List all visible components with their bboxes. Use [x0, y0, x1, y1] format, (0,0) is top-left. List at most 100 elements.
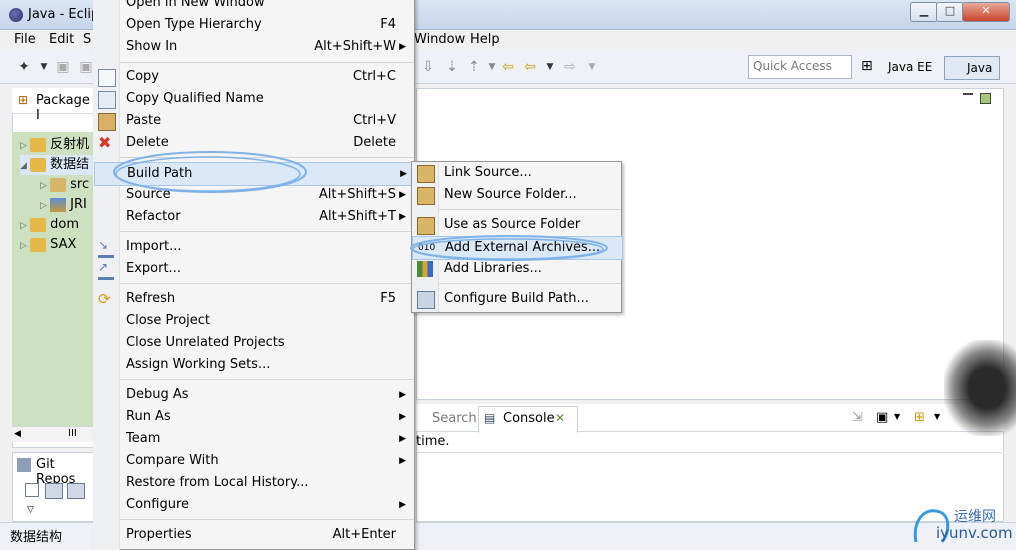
clone-git-repo-icon[interactable] [67, 483, 85, 499]
annotation-dropdown-icon[interactable]: ▼ [484, 59, 500, 75]
tab-console[interactable]: ▤ Console ✕ [478, 406, 578, 433]
display-console-icon[interactable]: ▣ [876, 410, 888, 425]
menu-window[interactable]: Window [414, 32, 465, 47]
back-dropdown-icon[interactable]: ▼ [542, 59, 558, 75]
perspective-java-ee[interactable]: Java EE [888, 56, 940, 80]
menu-help[interactable]: Help [470, 32, 500, 47]
menu-item-open-new-window[interactable]: Open in New Window [94, 0, 414, 14]
link-source-icon [417, 165, 435, 183]
tree-item-sax[interactable]: ▷ SAX [20, 235, 76, 255]
package-tree: ▷ 反射机 ◢ 数据结 ▷ src ▷ JRI ▷ dom ▷ SAX [12, 132, 94, 426]
close-icon[interactable]: ✕ [555, 411, 565, 425]
menu-separator [120, 62, 414, 63]
tree-item-reflection[interactable]: ▷ 反射机 [20, 135, 89, 155]
quick-access-input[interactable]: Quick Access [748, 55, 852, 79]
new-dropdown-icon[interactable]: ▼ [36, 59, 52, 75]
annotation-circle-build-path [113, 151, 307, 193]
menu-item-close-project[interactable]: Close Project [94, 310, 414, 332]
tree-item-label: JRI [70, 197, 87, 212]
menu-file[interactable]: File [14, 32, 36, 47]
menu-item-restore-local-history[interactable]: Restore from Local History... [94, 472, 414, 494]
annotation-nav-icon[interactable]: ⇩ [420, 59, 436, 75]
submenu-arrow-icon: ▶ [399, 212, 406, 222]
submenu-arrow-icon: ▶ [399, 190, 406, 200]
menu-item-close-unrelated-projects[interactable]: Close Unrelated Projects [94, 332, 414, 354]
open-console-dropdown-icon[interactable]: ▼ [934, 412, 940, 421]
scroll-left-icon[interactable]: ◀ [14, 429, 21, 439]
menu-item-refresh[interactable]: ⟳ Refresh F5 [94, 288, 414, 310]
maximize-view-icon[interactable] [980, 93, 991, 104]
menu-item-shortcut: Alt+Shift+S [318, 187, 396, 202]
menu-item-debug-as[interactable]: Debug As ▶ [94, 384, 414, 406]
menu-item-run-as[interactable]: Run As ▶ [94, 406, 414, 428]
prev-annotation-icon[interactable]: ⇡ [466, 59, 482, 75]
expand-arrow-icon[interactable]: ▷ [40, 176, 50, 196]
import-icon: ↘ [98, 239, 114, 258]
tree-item-label: 反射机 [50, 137, 90, 152]
menu-item-open-type-hierarchy[interactable]: Open Type Hierarchy F4 [94, 14, 414, 36]
menu-item-assign-working-sets[interactable]: Assign Working Sets... [94, 354, 414, 376]
menu-item-shortcut: Ctrl+V [353, 113, 396, 128]
minimize-button[interactable]: ▁ [910, 2, 938, 22]
submenu-item-configure-build-path[interactable]: Configure Build Path... [412, 288, 621, 310]
submenu-arrow-icon: ▶ [399, 412, 406, 422]
menu-separator [120, 283, 414, 284]
save-icon[interactable]: ▣ [55, 59, 71, 75]
menu-source[interactable]: S [83, 32, 91, 47]
menu-item-label: Copy Qualified Name [126, 91, 264, 106]
submenu-item-new-source-folder[interactable]: New Source Folder... [412, 184, 621, 206]
horizontal-scrollbar[interactable]: ◀ III [12, 426, 94, 442]
tree-item-src[interactable]: ▷ src [40, 175, 89, 195]
submenu-item-label: Use as Source Folder [444, 217, 581, 232]
menu-item-refactor[interactable]: Refactor Alt+Shift+T ▶ [94, 206, 414, 228]
maximize-button[interactable]: □ [936, 2, 964, 22]
forward-icon[interactable]: ⇨ [562, 59, 578, 75]
eclipse-icon [9, 8, 23, 22]
menu-edit[interactable]: Edit [49, 32, 74, 47]
menu-item-configure[interactable]: Configure ▶ [94, 494, 414, 516]
submenu-arrow-icon: ▶ [399, 42, 406, 52]
menu-item-import[interactable]: ↘ Import... [94, 236, 414, 258]
display-console-dropdown-icon[interactable]: ▼ [894, 412, 900, 421]
menu-item-paste[interactable]: Paste Ctrl+V [94, 110, 414, 132]
scroll-thumb[interactable]: III [68, 428, 77, 439]
tree-item-dom[interactable]: ▷ dom [20, 215, 79, 235]
open-console-icon[interactable]: ⊞ [914, 410, 925, 425]
tree-item-datastruct[interactable]: ◢ 数据结 [20, 155, 94, 175]
menu-item-compare-with[interactable]: Compare With ▶ [94, 450, 414, 472]
add-git-repo-icon[interactable] [45, 483, 63, 499]
console-tab-bar: Search ▤ Console ✕ ⇲ ▣ ▼ ⊞ ▼ [416, 404, 1004, 433]
submenu-item-label: Configure Build Path... [444, 291, 589, 306]
close-window-button[interactable]: ✕ [962, 2, 1010, 22]
menu-item-team[interactable]: Team ▶ [94, 428, 414, 450]
expand-arrow-icon[interactable]: ▷ [20, 236, 30, 256]
menu-item-properties[interactable]: Properties Alt+Enter [94, 524, 414, 546]
package-explorer-tab[interactable]: ⊞ Package I [12, 88, 94, 123]
open-perspective-icon[interactable]: ⊞ [861, 58, 879, 76]
new-wizard-icon[interactable]: ✦ [16, 59, 32, 75]
menu-item-copy-qualified-name[interactable]: Copy Qualified Name [94, 88, 414, 110]
tree-item-jre[interactable]: ▷ JRI [40, 195, 87, 215]
pin-console-icon[interactable]: ⇲ [852, 410, 863, 425]
last-edit-icon[interactable]: ⇦ [500, 59, 516, 75]
project-icon [30, 237, 46, 252]
forward-dropdown-icon[interactable]: ▼ [584, 59, 600, 75]
expand-arrow-icon[interactable]: ▷ [20, 216, 30, 236]
menu-item-copy[interactable]: Copy Ctrl+C [94, 66, 414, 88]
submenu-item-link-source[interactable]: Link Source... [412, 162, 621, 184]
chevron-down-icon[interactable]: ▽ [27, 505, 34, 515]
save-all-icon[interactable]: ▣ [78, 59, 94, 75]
tab-search[interactable]: Search [432, 411, 477, 426]
expand-arrow-icon[interactable]: ▷ [20, 136, 30, 156]
minimize-view-icon[interactable] [963, 93, 973, 95]
next-annotation-icon[interactable]: ⇣ [444, 59, 460, 75]
perspective-java[interactable]: Java [944, 56, 1000, 80]
menu-item-show-in[interactable]: Show In Alt+Shift+W ▶ [94, 36, 414, 58]
collapse-arrow-icon[interactable]: ◢ [20, 156, 30, 176]
back-icon[interactable]: ⇦ [522, 59, 538, 75]
menu-item-export[interactable]: ↗ Export... [94, 258, 414, 280]
expand-arrow-icon[interactable]: ▷ [40, 196, 50, 216]
collapse-all-icon[interactable] [25, 483, 39, 497]
menu-item-label: Paste [126, 113, 162, 128]
libraries-icon [417, 261, 433, 277]
